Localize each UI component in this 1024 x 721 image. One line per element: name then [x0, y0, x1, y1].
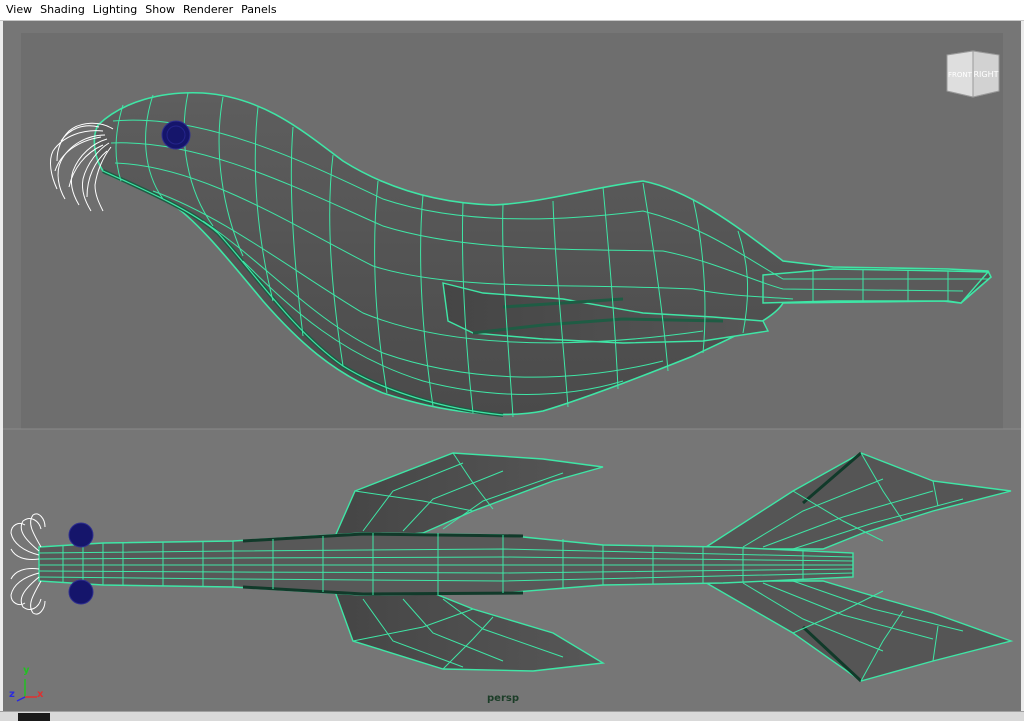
- seal-top-eye-left[interactable]: [68, 522, 94, 548]
- menu-show[interactable]: Show: [141, 0, 179, 20]
- axis-y-label: y: [23, 665, 30, 676]
- seal-top-front-flipper-lower[interactable]: [331, 585, 606, 672]
- seal-top-tail-flipper-lower[interactable]: [700, 580, 1014, 682]
- seal-top-tail-flipper-upper[interactable]: [700, 452, 1012, 550]
- viewcube[interactable]: FRONT RIGHT: [941, 47, 1003, 103]
- seal-top-view[interactable]: [10, 451, 1014, 683]
- seal-side-eye[interactable]: [161, 120, 191, 150]
- camera-label: persp: [487, 693, 519, 704]
- seal-top-eye-right[interactable]: [68, 579, 94, 605]
- viewcube-front-label: FRONT: [948, 71, 973, 79]
- seal-side-tail[interactable]: [762, 268, 990, 304]
- viewcube-right-label: RIGHT: [973, 70, 998, 79]
- menu-renderer[interactable]: Renderer: [179, 0, 237, 20]
- viewport-canvas[interactable]: [3, 21, 1021, 711]
- menu-shading[interactable]: Shading: [36, 0, 89, 20]
- menu-lighting[interactable]: Lighting: [89, 0, 141, 20]
- perspective-viewport[interactable]: FRONT RIGHT y x z persp: [3, 21, 1021, 711]
- menu-panels[interactable]: Panels: [237, 0, 280, 20]
- axis-gizmo: y x z: [9, 661, 49, 705]
- viewport-menubar: View Shading Lighting Show Renderer Pane…: [0, 0, 1024, 21]
- axis-x-label: x: [37, 689, 44, 700]
- app-window: View Shading Lighting Show Renderer Pane…: [0, 0, 1024, 721]
- seal-top-front-flipper-upper[interactable]: [331, 452, 604, 542]
- menu-view[interactable]: View: [0, 0, 36, 20]
- axis-z-label: z: [9, 689, 15, 700]
